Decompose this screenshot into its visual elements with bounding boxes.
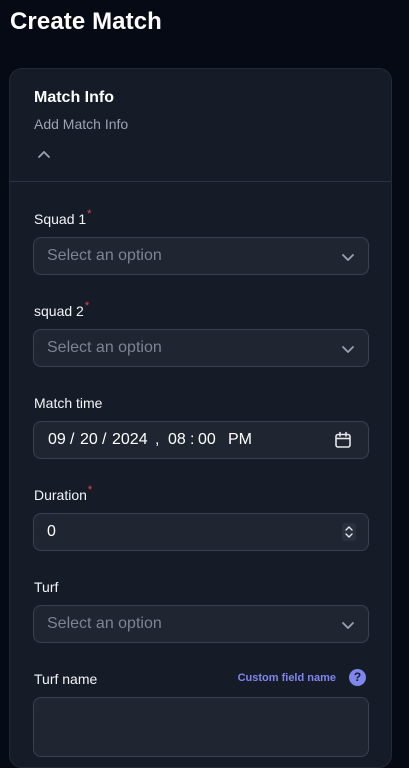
section-title: Match Info [34, 89, 114, 106]
section-subtitle: Add Match Info [34, 116, 129, 132]
squad2-placeholder: Select an option [47, 339, 162, 356]
required-mark: * [87, 484, 93, 496]
match-time-input[interactable]: 09 / 20 / 2024 , 08 : 00 PM [33, 421, 369, 459]
turf-placeholder: Select an option [47, 615, 162, 632]
squad1-select[interactable]: Select an option [33, 237, 369, 275]
date-separator: / [70, 431, 75, 448]
duration-label: Duration* [34, 484, 93, 503]
page-title: Create Match [10, 8, 162, 35]
date-separator: / [102, 431, 107, 448]
date-time-comma: , [155, 431, 160, 448]
day-segment[interactable]: 20 [80, 431, 98, 449]
squad1-placeholder: Select an option [47, 247, 162, 264]
calendar-icon[interactable] [334, 431, 352, 449]
minute-segment[interactable]: 00 [198, 431, 216, 449]
custom-field-name-link[interactable]: Custom field name [238, 672, 336, 684]
chevron-down-icon [342, 622, 354, 629]
match-info-card: Match Info Add Match Info Squad 1* Selec… [9, 68, 392, 768]
squad2-select[interactable]: Select an option [33, 329, 369, 367]
squad1-label-text: Squad 1 [34, 211, 87, 227]
squad2-label: squad 2* [34, 300, 90, 319]
squad2-label-text: squad 2 [34, 303, 84, 319]
question-circle-icon[interactable]: ? [349, 669, 366, 686]
turf-label: Turf [34, 579, 59, 595]
time-separator: : [190, 431, 195, 448]
match-time-label: Match time [34, 395, 103, 411]
chevron-down-icon [342, 346, 354, 353]
duration-label-text: Duration [34, 487, 87, 503]
duration-input[interactable]: 0 [33, 513, 369, 551]
squad1-label: Squad 1* [34, 208, 92, 227]
year-segment[interactable]: 2024 [112, 431, 148, 449]
match-info-header[interactable]: Match Info Add Match Info [10, 69, 391, 182]
ampm-segment[interactable]: PM [228, 431, 252, 449]
duration-value: 0 [47, 523, 56, 540]
turf-select[interactable]: Select an option [33, 605, 369, 643]
required-mark: * [84, 300, 90, 312]
chevron-up-icon[interactable] [36, 147, 52, 161]
turf-name-input[interactable] [33, 697, 369, 757]
chevron-down-icon [342, 254, 354, 261]
required-mark: * [87, 208, 92, 220]
month-segment[interactable]: 09 [48, 431, 66, 449]
spinner-arrows-icon[interactable] [342, 523, 356, 541]
hour-segment[interactable]: 08 [168, 431, 186, 449]
turf-name-label: Turf name [34, 671, 98, 687]
